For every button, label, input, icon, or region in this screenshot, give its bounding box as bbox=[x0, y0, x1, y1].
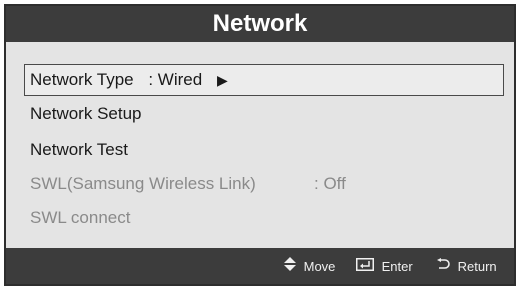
menu-item-network-test[interactable]: Network Test bbox=[24, 134, 504, 166]
menu-item-label: Network Setup bbox=[30, 104, 142, 123]
return-icon bbox=[436, 249, 450, 285]
up-down-arrow-icon bbox=[284, 249, 296, 285]
enter-hint: Enter bbox=[356, 248, 413, 284]
network-menu-window: Network Network Type : Wired ▶ Network S… bbox=[4, 4, 516, 286]
menu-item-network-type[interactable]: Network Type : Wired ▶ bbox=[24, 64, 504, 96]
return-hint: Return bbox=[436, 248, 497, 284]
menu-item-label: Network Test bbox=[30, 140, 128, 159]
right-arrow-icon: ▶ bbox=[216, 72, 228, 88]
menu-item-value: : Wired bbox=[148, 70, 203, 89]
move-label: Move bbox=[303, 258, 336, 274]
menu-item-label: Network Type bbox=[30, 70, 134, 89]
menu-item-label: SWL(Samsung Wireless Link) bbox=[30, 174, 256, 193]
menu-item-value: : Off bbox=[314, 174, 346, 193]
menu-item-swl-connect: SWL connect bbox=[24, 202, 504, 234]
menu-item-network-setup[interactable]: Network Setup bbox=[24, 98, 504, 130]
menu-item-swl: SWL(Samsung Wireless Link) : Off bbox=[24, 168, 504, 200]
enter-label: Enter bbox=[381, 258, 413, 274]
network-menu-list: Network Type : Wired ▶ Network Setup Net… bbox=[6, 42, 514, 250]
navigation-hints-bar: Move Enter Return bbox=[6, 248, 514, 284]
move-hint: Move bbox=[284, 248, 335, 284]
menu-item-label: SWL connect bbox=[30, 208, 131, 227]
enter-icon bbox=[356, 249, 374, 285]
page-title: Network bbox=[6, 6, 514, 42]
return-label: Return bbox=[457, 258, 497, 274]
